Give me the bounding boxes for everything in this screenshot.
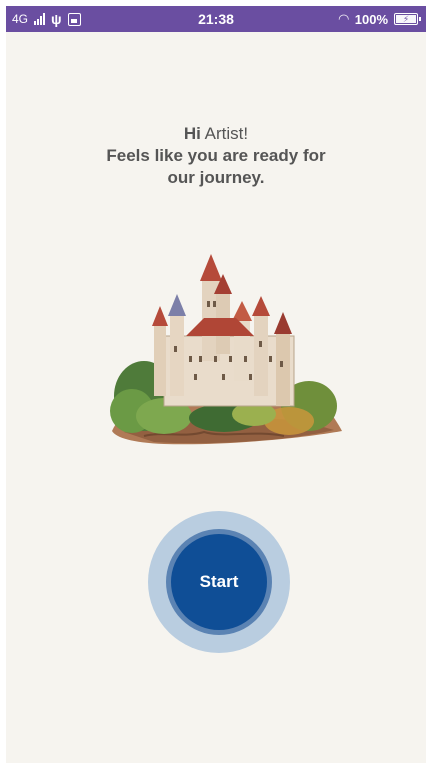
castle-illustration bbox=[110, 254, 342, 445]
start-button[interactable]: Start bbox=[171, 534, 267, 630]
battery-icon: ⚡ bbox=[394, 13, 421, 25]
status-bar: 4G ψ 21:38 ◠ 100% ⚡ bbox=[6, 6, 426, 32]
app-screen: 4G ψ 21:38 ◠ 100% ⚡ Hi Artist! Feels lik… bbox=[6, 6, 426, 763]
wifi-icon: ◠ bbox=[338, 11, 349, 26]
status-right: ◠ 100% ⚡ bbox=[338, 6, 421, 32]
greeting-line: Hi Artist! bbox=[6, 123, 426, 145]
greeting-hi: Hi bbox=[183, 124, 201, 143]
start-button-ring: Start bbox=[166, 529, 272, 635]
greeting-tagline: Feels like you are ready for our journey… bbox=[106, 146, 326, 187]
greeting-name: Artist! bbox=[204, 124, 249, 143]
start-button-halo: Start bbox=[148, 511, 290, 653]
greeting-text: Hi Artist! Feels like you are ready for … bbox=[6, 123, 426, 189]
battery-percent: 100% bbox=[354, 11, 388, 27]
